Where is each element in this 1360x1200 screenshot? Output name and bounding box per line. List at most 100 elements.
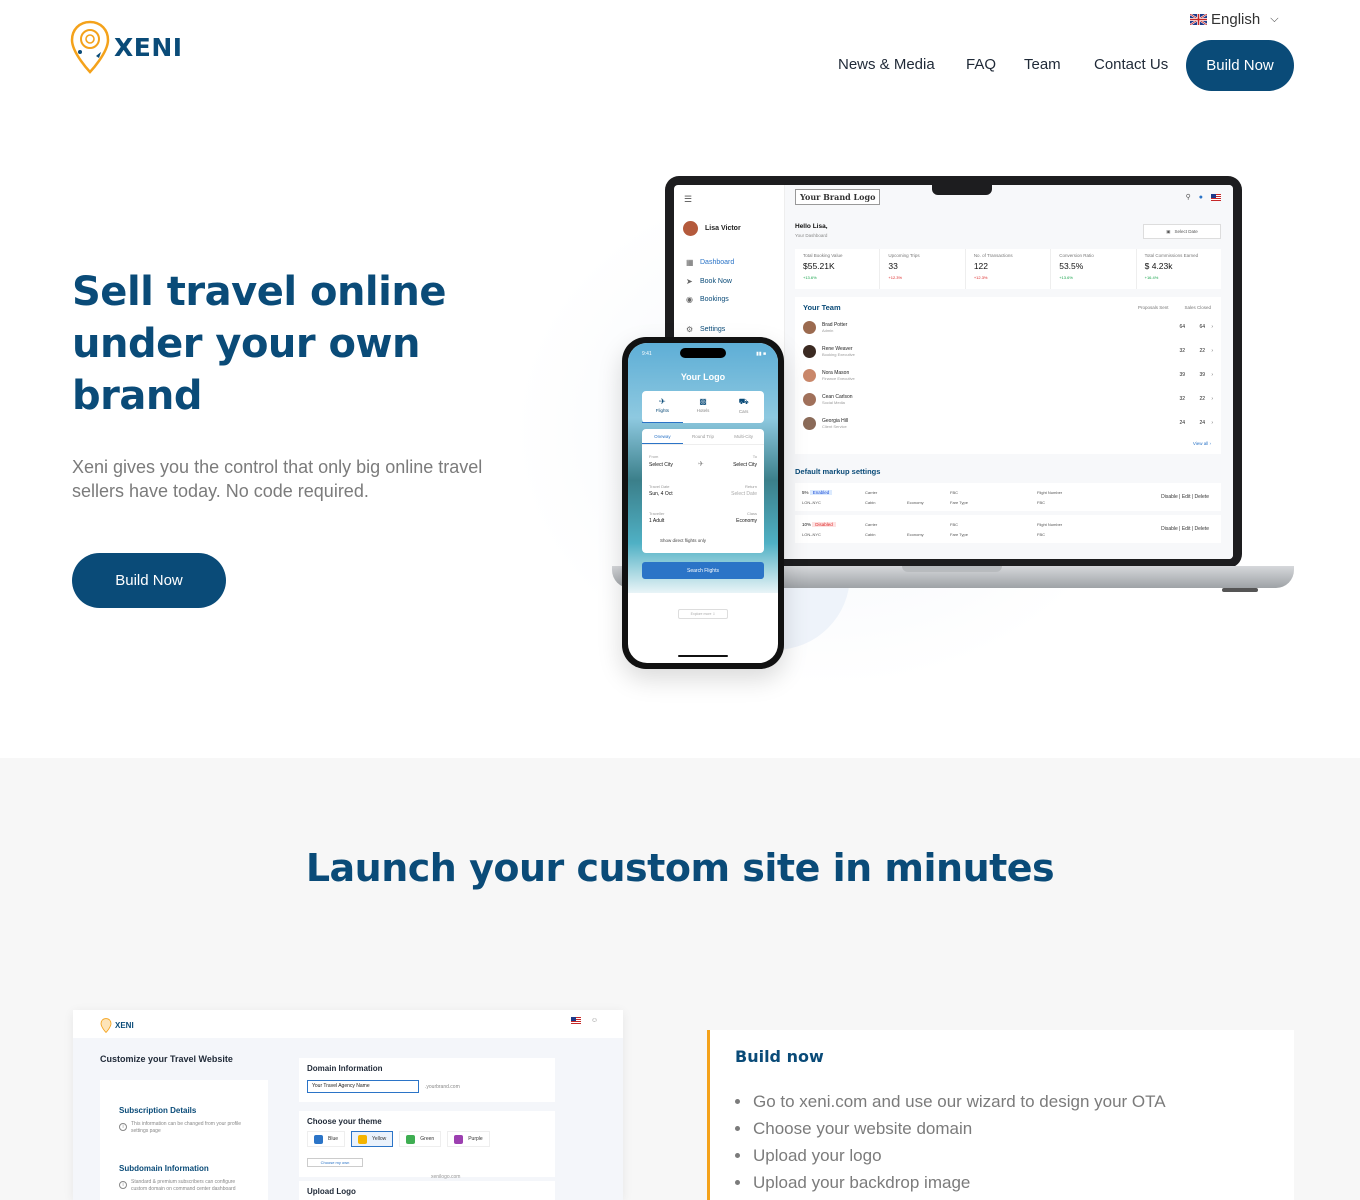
view-all-link[interactable]: View all › [1193, 441, 1211, 446]
stat-value: $ 4.23k [1144, 261, 1173, 271]
markup-cabin: Cabin [865, 532, 876, 537]
color-swatch [406, 1134, 416, 1144]
us-flag-icon[interactable] [570, 1017, 581, 1024]
list-item: Upload your backdrop image [735, 1169, 1166, 1196]
theme-label: Yellow [372, 1136, 387, 1142]
sidebar-item-book-now[interactable]: ➤ Book Now [686, 277, 732, 286]
bed-icon: ▩ [699, 397, 707, 406]
plane-icon: ✈ [698, 461, 704, 468]
sidebar-item-settings[interactable]: ⚙ Settings [686, 325, 725, 334]
travel-date-input[interactable]: Sun, 4 Oct [649, 491, 673, 497]
tab-cars[interactable]: ⛟ Cars [723, 391, 764, 423]
site-header: XENI English ⌵ News & Media FAQ Team Con… [0, 0, 1360, 110]
screenshot-body: Customize your Travel Website Subscripti… [73, 1038, 623, 1200]
markup-actions[interactable]: Disable | Edit | Delete [1161, 526, 1209, 532]
sidebar-item-label: Settings [700, 326, 726, 333]
dashboard-user: Lisa Victor [683, 221, 741, 236]
trip-multi-city[interactable]: Multi-City [723, 429, 764, 444]
traveller-input[interactable]: 1 Adult [649, 518, 664, 524]
select-date-label: Select Date [1174, 229, 1198, 234]
laptop-foot [1222, 588, 1258, 592]
team-row[interactable]: Brad Potter Admin 64 64 › [803, 317, 1213, 337]
hamburger-menu-icon[interactable]: ☰ [684, 194, 692, 205]
proposals-sent: 32 [1179, 396, 1185, 402]
search-icon[interactable]: ⚲ [1186, 193, 1191, 201]
laptop-lip [902, 566, 1002, 572]
stat-title: Upcoming Trips [888, 253, 920, 258]
list-item: Choose your website domain [735, 1115, 1166, 1142]
explore-more-button[interactable]: Explore more ⇩ [678, 609, 728, 619]
column-header: Proposals Sent [1137, 305, 1169, 310]
bell-icon[interactable]: ● [1199, 194, 1203, 201]
color-swatch [358, 1134, 368, 1144]
xeni-logo[interactable]: XENI [70, 20, 183, 74]
nav-contact-us[interactable]: Contact Us [1094, 56, 1168, 73]
theme-blue[interactable]: Blue [307, 1131, 346, 1147]
hero-build-now-button[interactable]: Build Now [72, 553, 226, 608]
theme-card: Choose your theme Blue Yellow Green Purp… [299, 1111, 555, 1177]
trip-oneway[interactable]: Oneway [642, 429, 683, 444]
direct-flights-checkbox[interactable]: Show direct flights only [660, 538, 706, 543]
uk-flag-icon [1190, 14, 1207, 25]
sidebar-item-bookings[interactable]: ◉ Bookings [686, 295, 729, 304]
dashboard-toolbar: ⚲ ● [1186, 193, 1221, 201]
member-role: Booking Executive [822, 351, 855, 357]
stat-title: Conversion Ratio [1059, 253, 1094, 258]
sidebar-item-label: Dashboard [700, 259, 735, 266]
markup-cabin-value: Economy [907, 500, 924, 505]
stats-row: Total Booking Value $55.21K +13.6% Upcomin… [795, 249, 1221, 289]
phone-screen: 9:41 ▮▮ ■ Your Logo ✈ Flights ▩ Hotels ⛟ Ca… [628, 343, 778, 663]
domain-input[interactable]: Your Travel Agency Name [307, 1080, 419, 1093]
theme-title: Choose your theme [307, 1117, 382, 1126]
tab-flights[interactable]: ✈ Flights [642, 391, 683, 423]
subdomain-title: Subdomain Information [119, 1164, 209, 1173]
to-label: To [752, 454, 757, 459]
search-flights-button[interactable]: Search Flights [642, 562, 764, 579]
markup-actions[interactable]: Disable | Edit | Delete [1161, 494, 1209, 500]
sidebar-item-dashboard[interactable]: ▦ Dashboard [686, 258, 734, 267]
to-city-input[interactable]: Select City [733, 462, 757, 468]
avatar [803, 368, 816, 382]
markup-row: 10% Disabled LON–NYC Carrier Cabin Econo… [795, 515, 1221, 543]
greeting-text: Hello Lisa, [795, 223, 828, 230]
member-name-text: Nora Mason [822, 369, 850, 376]
tab-hotels[interactable]: ▩ Hotels [683, 391, 724, 423]
nav-faq[interactable]: FAQ [966, 56, 996, 73]
info-icon: i [119, 1123, 127, 1131]
team-row[interactable]: Nora Mason Finance Executive 39 39 › [803, 365, 1213, 385]
select-date-button[interactable]: ▣ Select Date [1143, 224, 1221, 239]
stat-card: Conversion Ratio 53.5% +13.6% [1051, 249, 1137, 289]
team-row[interactable]: Cean Carlson Social Media 32 22 › [803, 389, 1213, 409]
trip-round-trip[interactable]: Round Trip [683, 429, 724, 444]
signal-battery-icon: ▮▮ ■ [756, 351, 766, 357]
team-panel: Your Team Proposals Sent Sales Closed Bra… [795, 297, 1221, 454]
traveller-label: Traveller [649, 511, 665, 516]
us-flag-icon[interactable] [1211, 193, 1221, 201]
return-date-input[interactable]: Select Date [731, 491, 757, 497]
from-city-input[interactable]: Select City [649, 462, 673, 468]
theme-purple[interactable]: Purple [447, 1131, 490, 1147]
language-selector[interactable]: English ⌵ [1190, 11, 1279, 28]
markup-cabin-value: Economy [907, 532, 924, 537]
nav-news-media[interactable]: News & Media [838, 56, 935, 73]
theme-yellow[interactable]: Yellow [351, 1131, 394, 1147]
build-now-card: Build now Go to xeni.com and use our wiz… [707, 1030, 1294, 1200]
stat-value: 33 [888, 261, 898, 271]
markup-title: Default markup settings [795, 467, 881, 476]
nav-team[interactable]: Team [1024, 56, 1061, 73]
user-circle-icon[interactable]: ☺ [591, 1017, 598, 1024]
section-title: Launch your custom site in minutes [305, 846, 1055, 890]
class-select[interactable]: Economy [736, 518, 757, 524]
markup-fbc: FBC [950, 522, 958, 527]
choose-own-theme-button[interactable]: Choose my own [307, 1158, 363, 1167]
markup-fbc-2: FBC [1037, 500, 1045, 505]
header-build-now-button[interactable]: Build Now [1186, 40, 1294, 91]
theme-green[interactable]: Green [399, 1131, 442, 1147]
customize-screenshot: XENI ☺ Customize your Travel Website Sub… [73, 1010, 623, 1200]
theme-label: Blue [328, 1136, 339, 1142]
team-row[interactable]: Georgia Hill Client Service 24 24 › [803, 413, 1213, 433]
avatar [683, 221, 698, 236]
phone-time: 9:41 [642, 351, 652, 357]
stat-value: $55.21K [803, 261, 835, 271]
team-row[interactable]: Rene Weaver Booking Executive 32 22 › [803, 341, 1213, 361]
